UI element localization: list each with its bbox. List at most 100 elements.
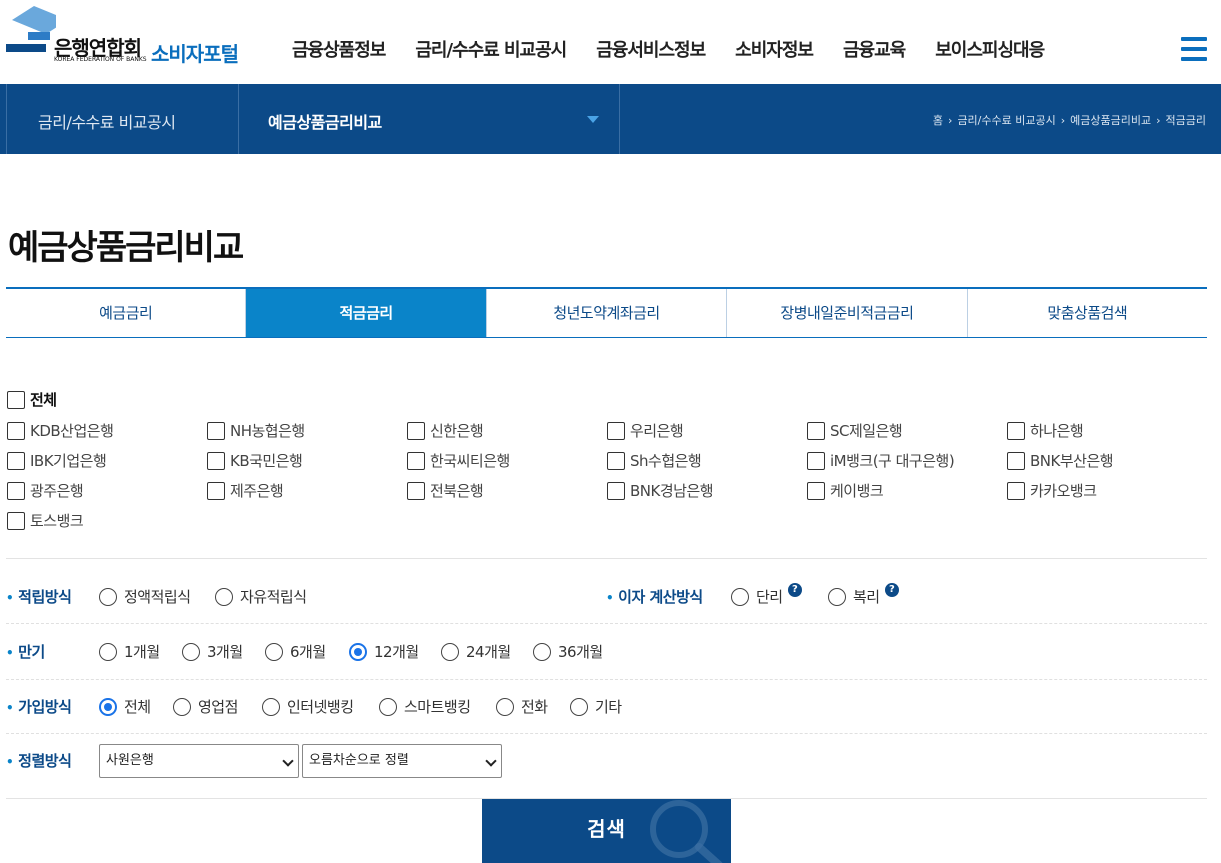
checkbox-box[interactable] (7, 451, 25, 470)
checkbox-bank[interactable]: 한국씨티은행 (407, 450, 510, 471)
radio-circle[interactable] (99, 642, 117, 661)
nav-item-financial-education[interactable]: 금융교육 (843, 36, 906, 62)
checkbox-bank[interactable]: BNK경남은행 (607, 480, 714, 501)
checkbox-bank[interactable]: Sh수협은행 (607, 450, 702, 471)
nav-item-voice-phishing[interactable]: 보이스피싱대응 (935, 36, 1045, 62)
radio-saving-free[interactable]: 자유적립식 (215, 586, 307, 607)
nav-item-consumer-info[interactable]: 소비자정보 (735, 36, 814, 62)
checkbox-bank[interactable]: KDB산업은행 (7, 420, 114, 441)
nav-item-rate-comparison[interactable]: 금리/수수료 비교공시 (415, 36, 567, 62)
checkbox-box[interactable] (607, 451, 625, 470)
radio-circle[interactable] (379, 697, 397, 716)
radio-join-branch[interactable]: 영업점 (173, 696, 238, 717)
checkbox-bank[interactable]: 제주은행 (207, 480, 284, 501)
radio-circle-selected[interactable] (99, 697, 117, 716)
checkbox-box[interactable] (207, 421, 225, 440)
breadcrumb-home[interactable]: 홈 (933, 114, 943, 127)
tab-savings-rate[interactable]: 적금금리 (246, 289, 487, 337)
radio-join-internet[interactable]: 인터넷뱅킹 (262, 696, 354, 717)
checkbox-bank[interactable]: 케이뱅크 (807, 480, 884, 501)
checkbox-box[interactable] (407, 481, 425, 500)
checkbox-bank[interactable]: 카카오뱅크 (1007, 480, 1097, 501)
nav-item-financial-products[interactable]: 금융상품정보 (292, 36, 386, 62)
checkbox-bank[interactable]: 광주은행 (7, 480, 84, 501)
checkbox-box[interactable] (7, 481, 25, 500)
checkbox-bank[interactable]: 우리은행 (607, 420, 684, 441)
radio-circle[interactable] (496, 697, 514, 716)
checkbox-box[interactable] (1007, 451, 1025, 470)
checkbox-bank[interactable]: 신한은행 (407, 420, 484, 441)
checkbox-all-banks[interactable]: 전체 (7, 389, 57, 410)
checkbox-box[interactable] (807, 421, 825, 440)
help-icon[interactable]: ? (884, 582, 899, 597)
divider (619, 84, 620, 154)
radio-term-1m[interactable]: 1개월 (99, 641, 160, 662)
checkbox-bank[interactable]: KB국민은행 (207, 450, 303, 471)
menu-icon[interactable] (1181, 37, 1207, 63)
radio-circle[interactable] (731, 587, 749, 606)
logo[interactable]: 은행연합회 KOREA FEDERATION OF BANKS 소비자포털 (6, 6, 256, 66)
checkbox-label: KDB산업은행 (30, 422, 114, 440)
checkbox-box[interactable] (1007, 481, 1025, 500)
radio-term-12m[interactable]: 12개월 (349, 641, 419, 662)
checkbox-bank[interactable]: BNK부산은행 (1007, 450, 1114, 471)
checkbox-box[interactable] (407, 451, 425, 470)
radio-circle[interactable] (99, 587, 117, 606)
tab-custom-search[interactable]: 맞춤상품검색 (968, 289, 1207, 337)
checkbox-box[interactable] (7, 511, 25, 530)
tab-soldier-savings[interactable]: 장병내일준비적금금리 (727, 289, 968, 337)
checkbox-bank[interactable]: 하나은행 (1007, 420, 1084, 441)
checkbox-box[interactable] (7, 421, 25, 440)
breadcrumb-item[interactable]: 예금상품금리비교 (1070, 114, 1151, 127)
nav-item-financial-services[interactable]: 금융서비스정보 (596, 36, 706, 62)
radio-circle[interactable] (533, 642, 551, 661)
section-menu[interactable]: 금리/수수료 비교공시 (38, 109, 176, 133)
radio-circle[interactable] (173, 697, 191, 716)
radio-circle-selected[interactable] (349, 642, 367, 661)
radio-saving-fixed[interactable]: 정액적립식 (99, 586, 191, 607)
radio-circle[interactable] (265, 642, 283, 661)
radio-join-all[interactable]: 전체 (99, 696, 151, 717)
checkbox-box[interactable] (607, 481, 625, 500)
select-sort-by[interactable]: 사원은행 (99, 744, 299, 778)
current-menu-dropdown[interactable]: 예금상품금리비교 (268, 109, 382, 133)
radio-compound-interest[interactable]: 복리? (828, 582, 899, 607)
checkbox-box[interactable] (807, 451, 825, 470)
checkbox-box[interactable] (607, 421, 625, 440)
checkbox-bank[interactable]: 전북은행 (407, 480, 484, 501)
radio-term-6m[interactable]: 6개월 (265, 641, 326, 662)
checkbox-box[interactable] (207, 481, 225, 500)
checkbox-box[interactable] (807, 481, 825, 500)
radio-circle[interactable] (441, 642, 459, 661)
checkbox-bank[interactable]: SC제일은행 (807, 420, 903, 441)
checkbox-box[interactable] (7, 390, 25, 409)
radio-circle[interactable] (215, 587, 233, 606)
checkbox-box[interactable] (207, 451, 225, 470)
checkbox-bank[interactable]: NH농협은행 (207, 420, 305, 441)
chevron-right-icon: › (948, 114, 953, 127)
radio-join-phone[interactable]: 전화 (496, 696, 548, 717)
radio-circle[interactable] (262, 697, 280, 716)
radio-circle[interactable] (570, 697, 588, 716)
radio-term-36m[interactable]: 36개월 (533, 641, 603, 662)
radio-term-24m[interactable]: 24개월 (441, 641, 511, 662)
radio-join-smart[interactable]: 스마트뱅킹 (379, 696, 471, 717)
caret-down-icon[interactable] (587, 116, 599, 123)
select-sort-order[interactable]: 오름차순으로 정렬 (302, 744, 502, 778)
checkbox-box[interactable] (1007, 421, 1025, 440)
radio-label: 영업점 (198, 698, 238, 716)
radio-circle[interactable] (828, 587, 846, 606)
radio-join-etc[interactable]: 기타 (570, 696, 622, 717)
help-icon[interactable]: ? (787, 582, 802, 597)
search-button[interactable]: 검색 (482, 799, 731, 863)
radio-simple-interest[interactable]: 단리? (731, 582, 802, 607)
checkbox-box[interactable] (407, 421, 425, 440)
breadcrumb-item[interactable]: 금리/수수료 비교공시 (957, 114, 1055, 127)
tab-youth-leap-account[interactable]: 청년도약계좌금리 (487, 289, 728, 337)
tab-deposit-rate[interactable]: 예금금리 (6, 289, 247, 337)
checkbox-bank[interactable]: 토스뱅크 (7, 510, 84, 531)
radio-circle[interactable] (182, 642, 200, 661)
checkbox-bank[interactable]: IBK기업은행 (7, 450, 107, 471)
checkbox-bank[interactable]: iM뱅크(구 대구은행) (807, 450, 955, 471)
radio-term-3m[interactable]: 3개월 (182, 641, 243, 662)
